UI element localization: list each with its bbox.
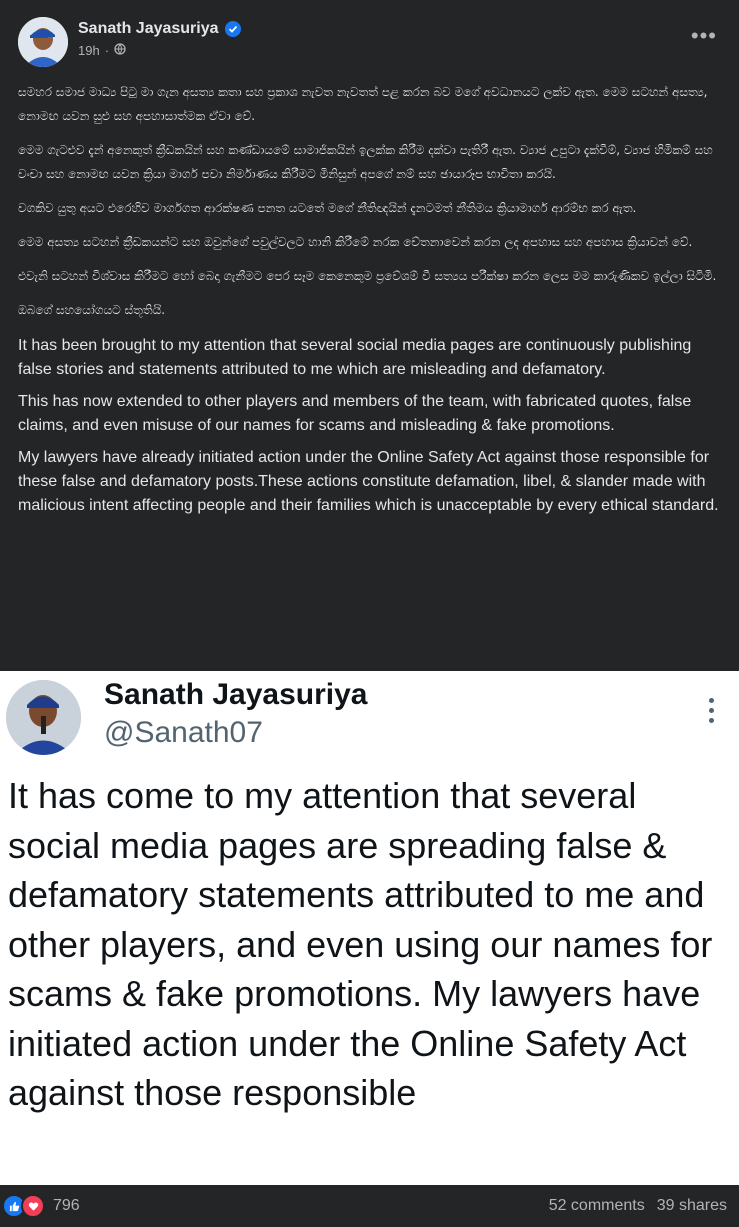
post-body: සමහර සමාජ මාධ්‍ය පිටු මා ගැන අසත්‍ය කතා … (18, 80, 723, 526)
engagement-stats: 52 comments 39 shares (549, 1197, 727, 1215)
post-paragraph-si: මෙම ගැටළුව දැන් අනෙකුත් ක්‍රීඩකයින් සහ ක… (18, 143, 713, 181)
tweet-author-handle[interactable]: @Sanath07 (104, 716, 263, 750)
author-avatar[interactable] (18, 17, 68, 67)
post-paragraph-si: ඔබගේ සහයෝගයට ස්තූතියි. (18, 303, 166, 317)
more-options-icon[interactable]: ••• (691, 25, 717, 47)
separator-dot: · (104, 43, 110, 58)
author-name-text[interactable]: Sanath Jayasuriya (78, 20, 219, 38)
post-time[interactable]: 19h (78, 43, 100, 58)
post-paragraph-en: This has now extended to other players a… (18, 393, 692, 434)
post-paragraph-en: It has been brought to my attention that… (18, 337, 692, 378)
globe-icon (114, 43, 126, 58)
post-paragraph-si: එවැනි සටහන් විශ්වාස කිරීමට හෝ බෙදා ගැනීම… (18, 269, 717, 283)
comments-count-link[interactable]: 52 comments (549, 1197, 645, 1215)
reactions-summary[interactable]: 796 (2, 1194, 80, 1218)
author-name[interactable]: Sanath Jayasuriya (78, 20, 241, 38)
dot (709, 718, 714, 723)
reaction-count: 796 (53, 1197, 80, 1214)
tweet-more-icon[interactable] (709, 698, 715, 723)
post-paragraph-si: වගකිව යුතු අයට එරෙහිව මාර්ගගත ආරක්ෂණ පනත… (18, 201, 637, 215)
shares-count-link[interactable]: 39 shares (657, 1197, 727, 1215)
dot (709, 708, 714, 713)
post-meta: 19h · (78, 43, 126, 58)
verified-badge-icon (224, 21, 241, 37)
post-paragraph-en: My lawyers have already initiated action… (18, 449, 719, 514)
love-reaction-icon (21, 1194, 45, 1218)
post-footer: 796 52 comments 39 shares (0, 1185, 739, 1227)
tweet-text: It has come to my attention that several… (8, 775, 713, 1113)
tweet-author-name[interactable]: Sanath Jayasuriya (104, 678, 367, 712)
post-paragraph-si: මෙම අසත්‍ය සටහන් ක්‍රීඩකයන්ට සහ ඔවුන්ගේ … (18, 235, 693, 249)
embedded-tweet: Sanath Jayasuriya @Sanath07 It has come … (0, 671, 739, 1185)
post-paragraph-si: සමහර සමාජ මාධ්‍ය පිටු මා ගැන අසත්‍ය කතා … (18, 85, 708, 123)
tweet-author-avatar[interactable] (6, 680, 81, 755)
dot (709, 698, 714, 703)
facebook-post: Sanath Jayasuriya 19h · ••• සමහර සමාජ මා… (0, 0, 739, 671)
